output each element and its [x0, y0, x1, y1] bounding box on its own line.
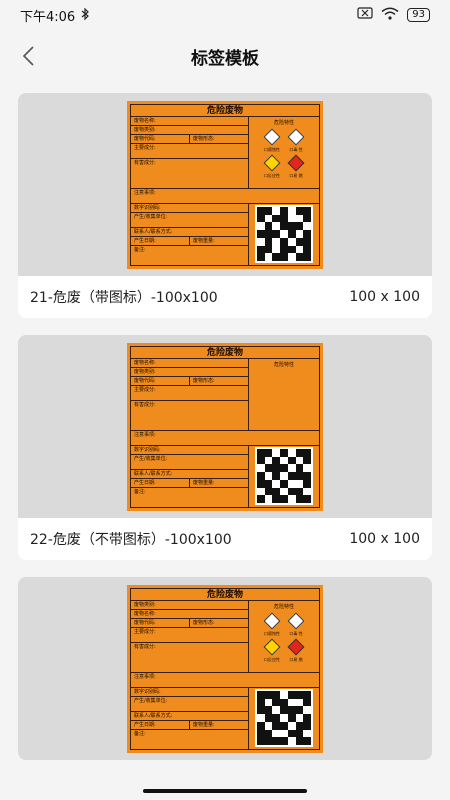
template-info[interactable]: 22-危废（不带图标）-100x100 100 x 100: [18, 518, 432, 560]
status-time: 下午4:06: [20, 9, 76, 25]
label-field: 联系人/联系方式:: [131, 228, 248, 237]
qr-code-icon: [255, 205, 313, 263]
hazard-name: 口腐蚀性: [264, 146, 280, 152]
label-field: 废物代码:: [131, 618, 190, 627]
label-field: 备注:: [134, 730, 146, 737]
qr-code-icon: [255, 689, 313, 747]
hazard-name: 口腐蚀性: [264, 630, 280, 636]
label-field: 联系人/联系方式:: [131, 712, 248, 721]
label-field: 数字识别码:: [131, 688, 248, 697]
label-field: 注意事项:: [131, 431, 319, 446]
template-card[interactable]: 危险废物 废物名称: 废物类别: 废物代码: 废物形态: 主要成分: 有害成分: …: [18, 93, 432, 318]
template-info[interactable]: 21-危废（带图标）-100x100 100 x 100: [18, 276, 432, 318]
toxic-icon: [287, 612, 305, 629]
label-field: 废物名称:: [131, 117, 248, 126]
label-field: 废物形态:: [193, 619, 215, 626]
label-field: 数字识别码:: [131, 446, 248, 455]
qr-code-icon: [255, 447, 313, 505]
template-preview[interactable]: 危险废物 废物类别: 废物名称: 废物代码: 废物形态: 主要成分: 有害成分: …: [18, 577, 432, 760]
label-field: 有害成分:: [134, 643, 156, 650]
template-size: 100 x 100: [349, 289, 420, 305]
hazard-title: 危险特性: [273, 119, 294, 126]
label-field: 主要成分:: [131, 144, 248, 159]
label-field: 有害成分:: [134, 401, 156, 408]
hazardous-waste-label: 危险废物 废物名称: 废物类别: 废物代码: 废物形态: 主要成分: 有害成分: …: [127, 100, 323, 269]
chevron-left-icon: [22, 46, 34, 66]
template-card[interactable]: 危险废物 废物类别: 废物名称: 废物代码: 废物形态: 主要成分: 有害成分: …: [18, 577, 432, 760]
hazard-name: 口易 燃: [289, 656, 303, 662]
battery-indicator: 93: [407, 8, 430, 22]
hazard-name: 口毒 性: [289, 630, 303, 636]
label-field: 废物代码:: [131, 376, 190, 385]
label-field: 产生日期:: [131, 236, 190, 245]
toxic-icon: [287, 128, 305, 145]
hazard-name: 口反应性: [264, 656, 280, 662]
hazard-name: 口易 燃: [289, 172, 303, 178]
label-field: 废物类别:: [131, 601, 248, 610]
label-field: 废物形态:: [193, 377, 215, 384]
label-field: 废物代码:: [131, 134, 190, 143]
flammable-icon: [287, 638, 305, 655]
hazard-title: 危险特性: [273, 603, 294, 610]
label-field: 废物类别:: [131, 126, 248, 135]
template-preview[interactable]: 危险废物 废物名称: 废物类别: 废物代码: 废物形态: 主要成分: 有害成分: …: [18, 335, 432, 518]
label-field: 废物形态:: [193, 135, 215, 142]
label-field: 废物类别:: [131, 368, 248, 377]
label-field: 联系人/联系方式:: [131, 470, 248, 479]
corrosive-icon: [263, 612, 281, 629]
template-preview[interactable]: 危险废物 废物名称: 废物类别: 废物代码: 废物形态: 主要成分: 有害成分: …: [18, 93, 432, 276]
template-name: 22-危废（不带图标）-100x100: [30, 532, 232, 548]
status-bar: 下午4:06 93: [0, 0, 450, 30]
hazard-name: 口毒 性: [289, 146, 303, 152]
reactive-icon: [263, 638, 281, 655]
label-field: 备注:: [134, 246, 146, 253]
bluetooth-icon: [81, 7, 90, 23]
wifi-icon: [381, 7, 399, 24]
template-name: 21-危废（带图标）-100x100: [30, 290, 218, 306]
template-list[interactable]: 危险废物 废物名称: 废物类别: 废物代码: 废物形态: 主要成分: 有害成分: …: [18, 93, 432, 777]
label-title: 危险废物: [131, 105, 319, 117]
home-indicator[interactable]: [143, 789, 307, 793]
label-field: 主要成分:: [131, 628, 248, 643]
label-field: 产生/收集单位:: [131, 697, 248, 712]
reactive-icon: [263, 154, 281, 171]
label-field: 废物重量:: [193, 721, 215, 728]
label-field: 注意事项:: [131, 189, 319, 204]
label-field: 产生日期:: [131, 720, 190, 729]
label-field: 废物名称:: [131, 359, 248, 368]
label-field: 备注:: [134, 488, 146, 495]
label-field: 产生/收集单位:: [131, 455, 248, 470]
label-field: 注意事项:: [131, 673, 319, 688]
label-field: 产生/收集单位:: [131, 213, 248, 228]
label-title: 危险废物: [131, 347, 319, 359]
sim-off-icon: [357, 7, 373, 23]
label-field: 数字识别码:: [131, 204, 248, 213]
template-size: 100 x 100: [349, 531, 420, 547]
hazard-title: 危险特性: [273, 361, 294, 368]
hazard-name: 口反应性: [264, 172, 280, 178]
label-field: 主要成分:: [131, 386, 248, 401]
back-button[interactable]: [12, 40, 44, 72]
flammable-icon: [287, 154, 305, 171]
label-field: 有害成分:: [134, 159, 156, 166]
template-card[interactable]: 危险废物 废物名称: 废物类别: 废物代码: 废物形态: 主要成分: 有害成分: …: [18, 335, 432, 560]
label-field: 废物重量:: [193, 237, 215, 244]
hazardous-waste-label: 危险废物 废物类别: 废物名称: 废物代码: 废物形态: 主要成分: 有害成分: …: [127, 584, 323, 753]
label-field: 产生日期:: [131, 478, 190, 487]
label-title: 危险废物: [131, 589, 319, 601]
label-field: 废物重量:: [193, 479, 215, 486]
label-field: 废物名称:: [131, 610, 248, 619]
top-app-bar: 标签模板: [0, 30, 450, 82]
page-title: 标签模板: [191, 48, 259, 69]
hazardous-waste-label: 危险废物 废物名称: 废物类别: 废物代码: 废物形态: 主要成分: 有害成分: …: [127, 342, 323, 511]
corrosive-icon: [263, 128, 281, 145]
